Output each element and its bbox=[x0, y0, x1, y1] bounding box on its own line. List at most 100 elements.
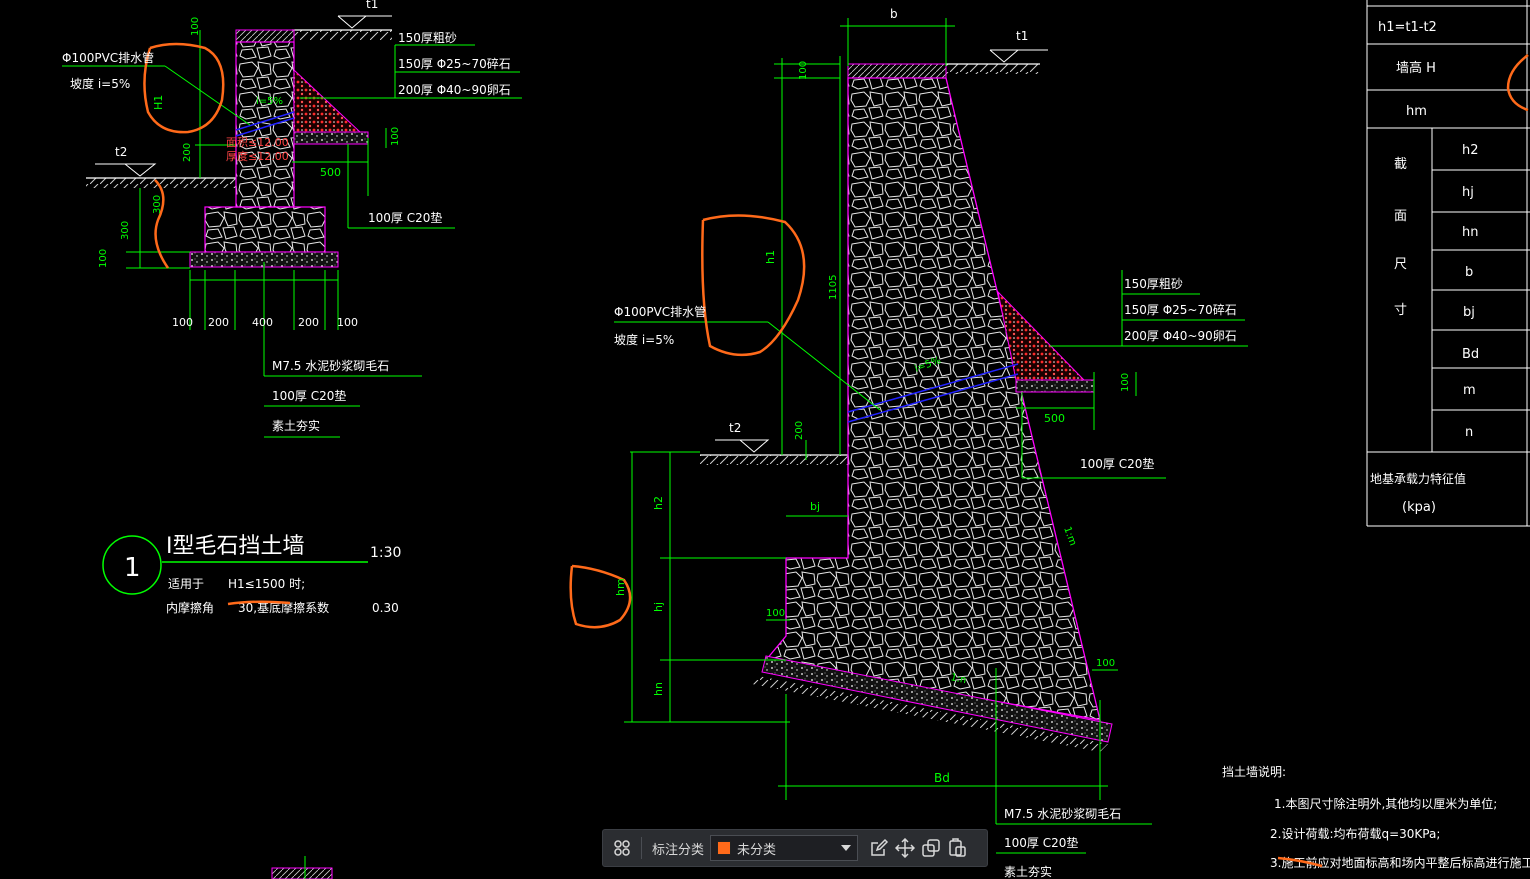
move-icon[interactable] bbox=[892, 835, 918, 861]
table-row-label: hj bbox=[1462, 185, 1474, 200]
annotation-toolbar: 标注分类 未分类 bbox=[602, 829, 988, 867]
dim-h1: h1 bbox=[764, 250, 777, 264]
layer-label: 150厚 Φ25~70碎石 bbox=[1124, 302, 1237, 317]
base-dim: 100 bbox=[172, 316, 193, 329]
table-section-label: 尺 bbox=[1394, 257, 1407, 272]
dim-label: 100 bbox=[390, 127, 401, 146]
table-row-label: Bd bbox=[1462, 347, 1479, 362]
dim-label: 500 bbox=[1044, 412, 1065, 425]
partial-drawing-fragment bbox=[271, 856, 333, 879]
table-section-label: 截 bbox=[1394, 157, 1407, 172]
table-row-label: hn bbox=[1462, 225, 1478, 240]
table-bearing: 地基承载力特征值 bbox=[1370, 471, 1466, 486]
base-dim: 100 bbox=[337, 316, 358, 329]
table-row-label: n bbox=[1465, 425, 1473, 440]
table-bearing-unit: (kpa) bbox=[1402, 500, 1436, 515]
left-wall-detail: t1 t2 Φ100PVC排水管 坡度 i=5% H1 i=5% 150厚粗砂 … bbox=[62, 0, 522, 438]
dim-label: 100 bbox=[98, 249, 109, 268]
dim-label: 100 bbox=[190, 17, 201, 36]
layer-label: 100厚 C20垫 bbox=[368, 210, 442, 225]
layer-label: M7.5 水泥砂浆砌毛石 bbox=[272, 358, 389, 373]
note-condition: H1≤1500 时; bbox=[228, 577, 305, 591]
dim-label: 100 bbox=[798, 61, 809, 80]
note-applies: 适用于 bbox=[168, 577, 204, 591]
grid-icon[interactable] bbox=[609, 835, 635, 861]
copy-icon[interactable] bbox=[918, 835, 944, 861]
layer-label: 200厚 Φ40~90卵石 bbox=[398, 83, 511, 97]
dim-b: b bbox=[890, 7, 898, 21]
detail-title-block: 1 I型毛石挡土墙 1:30 适用于 H1≤1500 时; 内摩擦角 30,基底… bbox=[102, 534, 401, 615]
cad-drawing-canvas[interactable]: t1 t2 Φ100PVC排水管 坡度 i=5% H1 i=5% 150厚粗砂 … bbox=[0, 0, 1530, 879]
note-item: 1.本图尺寸除注明外,其他均以厘米为单位; bbox=[1274, 796, 1497, 811]
table-hm: hm bbox=[1406, 104, 1427, 119]
area-note: 面积≤12.00 bbox=[226, 136, 289, 149]
dim-hm: hm bbox=[614, 578, 627, 596]
dimension-table bbox=[1366, 0, 1530, 527]
category-value: 未分类 bbox=[737, 842, 777, 858]
table-row-label: m bbox=[1463, 383, 1476, 398]
markup-circle bbox=[701, 214, 806, 357]
table-formula: h1=t1-t2 bbox=[1378, 20, 1437, 35]
layer-label: 100厚 C20垫 bbox=[1080, 456, 1154, 471]
edit-icon[interactable] bbox=[866, 835, 892, 861]
toolbar-divider bbox=[641, 837, 642, 859]
dim-hj: hj bbox=[652, 602, 665, 612]
dim-label: 200 bbox=[794, 421, 805, 440]
markup-stroke bbox=[1506, 54, 1529, 112]
dim-label: 200 bbox=[182, 143, 193, 162]
level-t2: t2 bbox=[115, 145, 127, 159]
ground-hatch-upper bbox=[292, 30, 392, 40]
notes-title: 挡土墙说明: bbox=[1222, 764, 1286, 779]
table-row-label: b bbox=[1465, 265, 1473, 280]
level-t1: t1 bbox=[1016, 29, 1028, 43]
dim-label: 500 bbox=[320, 166, 341, 179]
markup-stroke bbox=[154, 179, 170, 269]
dim-bd: Bd bbox=[934, 771, 950, 785]
layer-label: 100厚 C20垫 bbox=[272, 388, 346, 403]
wall-cap bbox=[235, 29, 295, 43]
level-t1: t1 bbox=[366, 0, 378, 11]
slope-m: 1:m bbox=[1061, 525, 1078, 547]
category-label: 标注分类 bbox=[652, 842, 705, 858]
table-section-label: 面 bbox=[1394, 209, 1407, 224]
pipe-label: Φ100PVC排水管 bbox=[62, 50, 154, 65]
h1-label: H1 bbox=[152, 95, 165, 110]
table-row-label: bj bbox=[1463, 305, 1475, 320]
base-dim: 200 bbox=[208, 316, 229, 329]
layer-label: 素土夯实 bbox=[1004, 864, 1052, 879]
wall-footing bbox=[204, 206, 326, 253]
gravel-filter bbox=[293, 68, 362, 133]
wall-body bbox=[764, 77, 1101, 721]
note-friction: 内摩擦角 bbox=[166, 600, 214, 615]
base-dim: 400 bbox=[252, 316, 273, 329]
detail-title: I型毛石挡土墙 bbox=[166, 534, 305, 559]
layer-label: M7.5 水泥砂浆砌毛石 bbox=[1004, 806, 1121, 821]
dim-label: 100 bbox=[766, 608, 785, 619]
note-item: 2.设计荷载:均布荷载q=30KPa; bbox=[1270, 827, 1440, 841]
dim-label: 100 bbox=[1120, 373, 1131, 392]
dim-hn: hn bbox=[652, 682, 665, 696]
notes: 挡土墙说明: 1.本图尺寸除注明外,其他均以厘米为单位; 2.设计荷载:均布荷载… bbox=[1222, 764, 1530, 870]
wall-cap bbox=[847, 63, 947, 79]
detail-scale: 1:30 bbox=[370, 545, 401, 561]
ground-hatch-upper bbox=[946, 64, 1040, 74]
chevron-down-icon bbox=[841, 845, 852, 851]
layer-label: 150厚 Φ25~70碎石 bbox=[398, 56, 511, 71]
level-t2: t2 bbox=[729, 421, 741, 435]
filter-base bbox=[293, 131, 369, 145]
layer-label: 150厚粗砂 bbox=[1124, 277, 1183, 291]
pipe-label: Φ100PVC排水管 bbox=[614, 304, 706, 319]
table-wall-height: 墙高 H bbox=[1396, 60, 1436, 76]
category-select[interactable]: 未分类 bbox=[710, 835, 859, 861]
area-note: 厚度≤12.00 bbox=[226, 149, 289, 163]
note-coef-value: 0.30 bbox=[372, 601, 399, 615]
paste-icon[interactable] bbox=[944, 835, 970, 861]
main-wall-detail: b t1 t2 100 h1 1105 Φ100PVC排水管 坡度 i=5% i… bbox=[569, 7, 1248, 879]
dim-label: 100 bbox=[1096, 658, 1115, 669]
layer-label: 100厚 C20垫 bbox=[1004, 835, 1078, 850]
base-dim: 200 bbox=[298, 316, 319, 329]
dim-label: 300 bbox=[120, 221, 131, 240]
wall-stem bbox=[235, 41, 295, 208]
layer-label: 200厚 Φ40~90卵石 bbox=[1124, 329, 1237, 343]
dimension-table-text: h1=t1-t2 墙高 H hm 截 面 尺 寸 h2 hj hn b bj B… bbox=[1370, 20, 1479, 515]
